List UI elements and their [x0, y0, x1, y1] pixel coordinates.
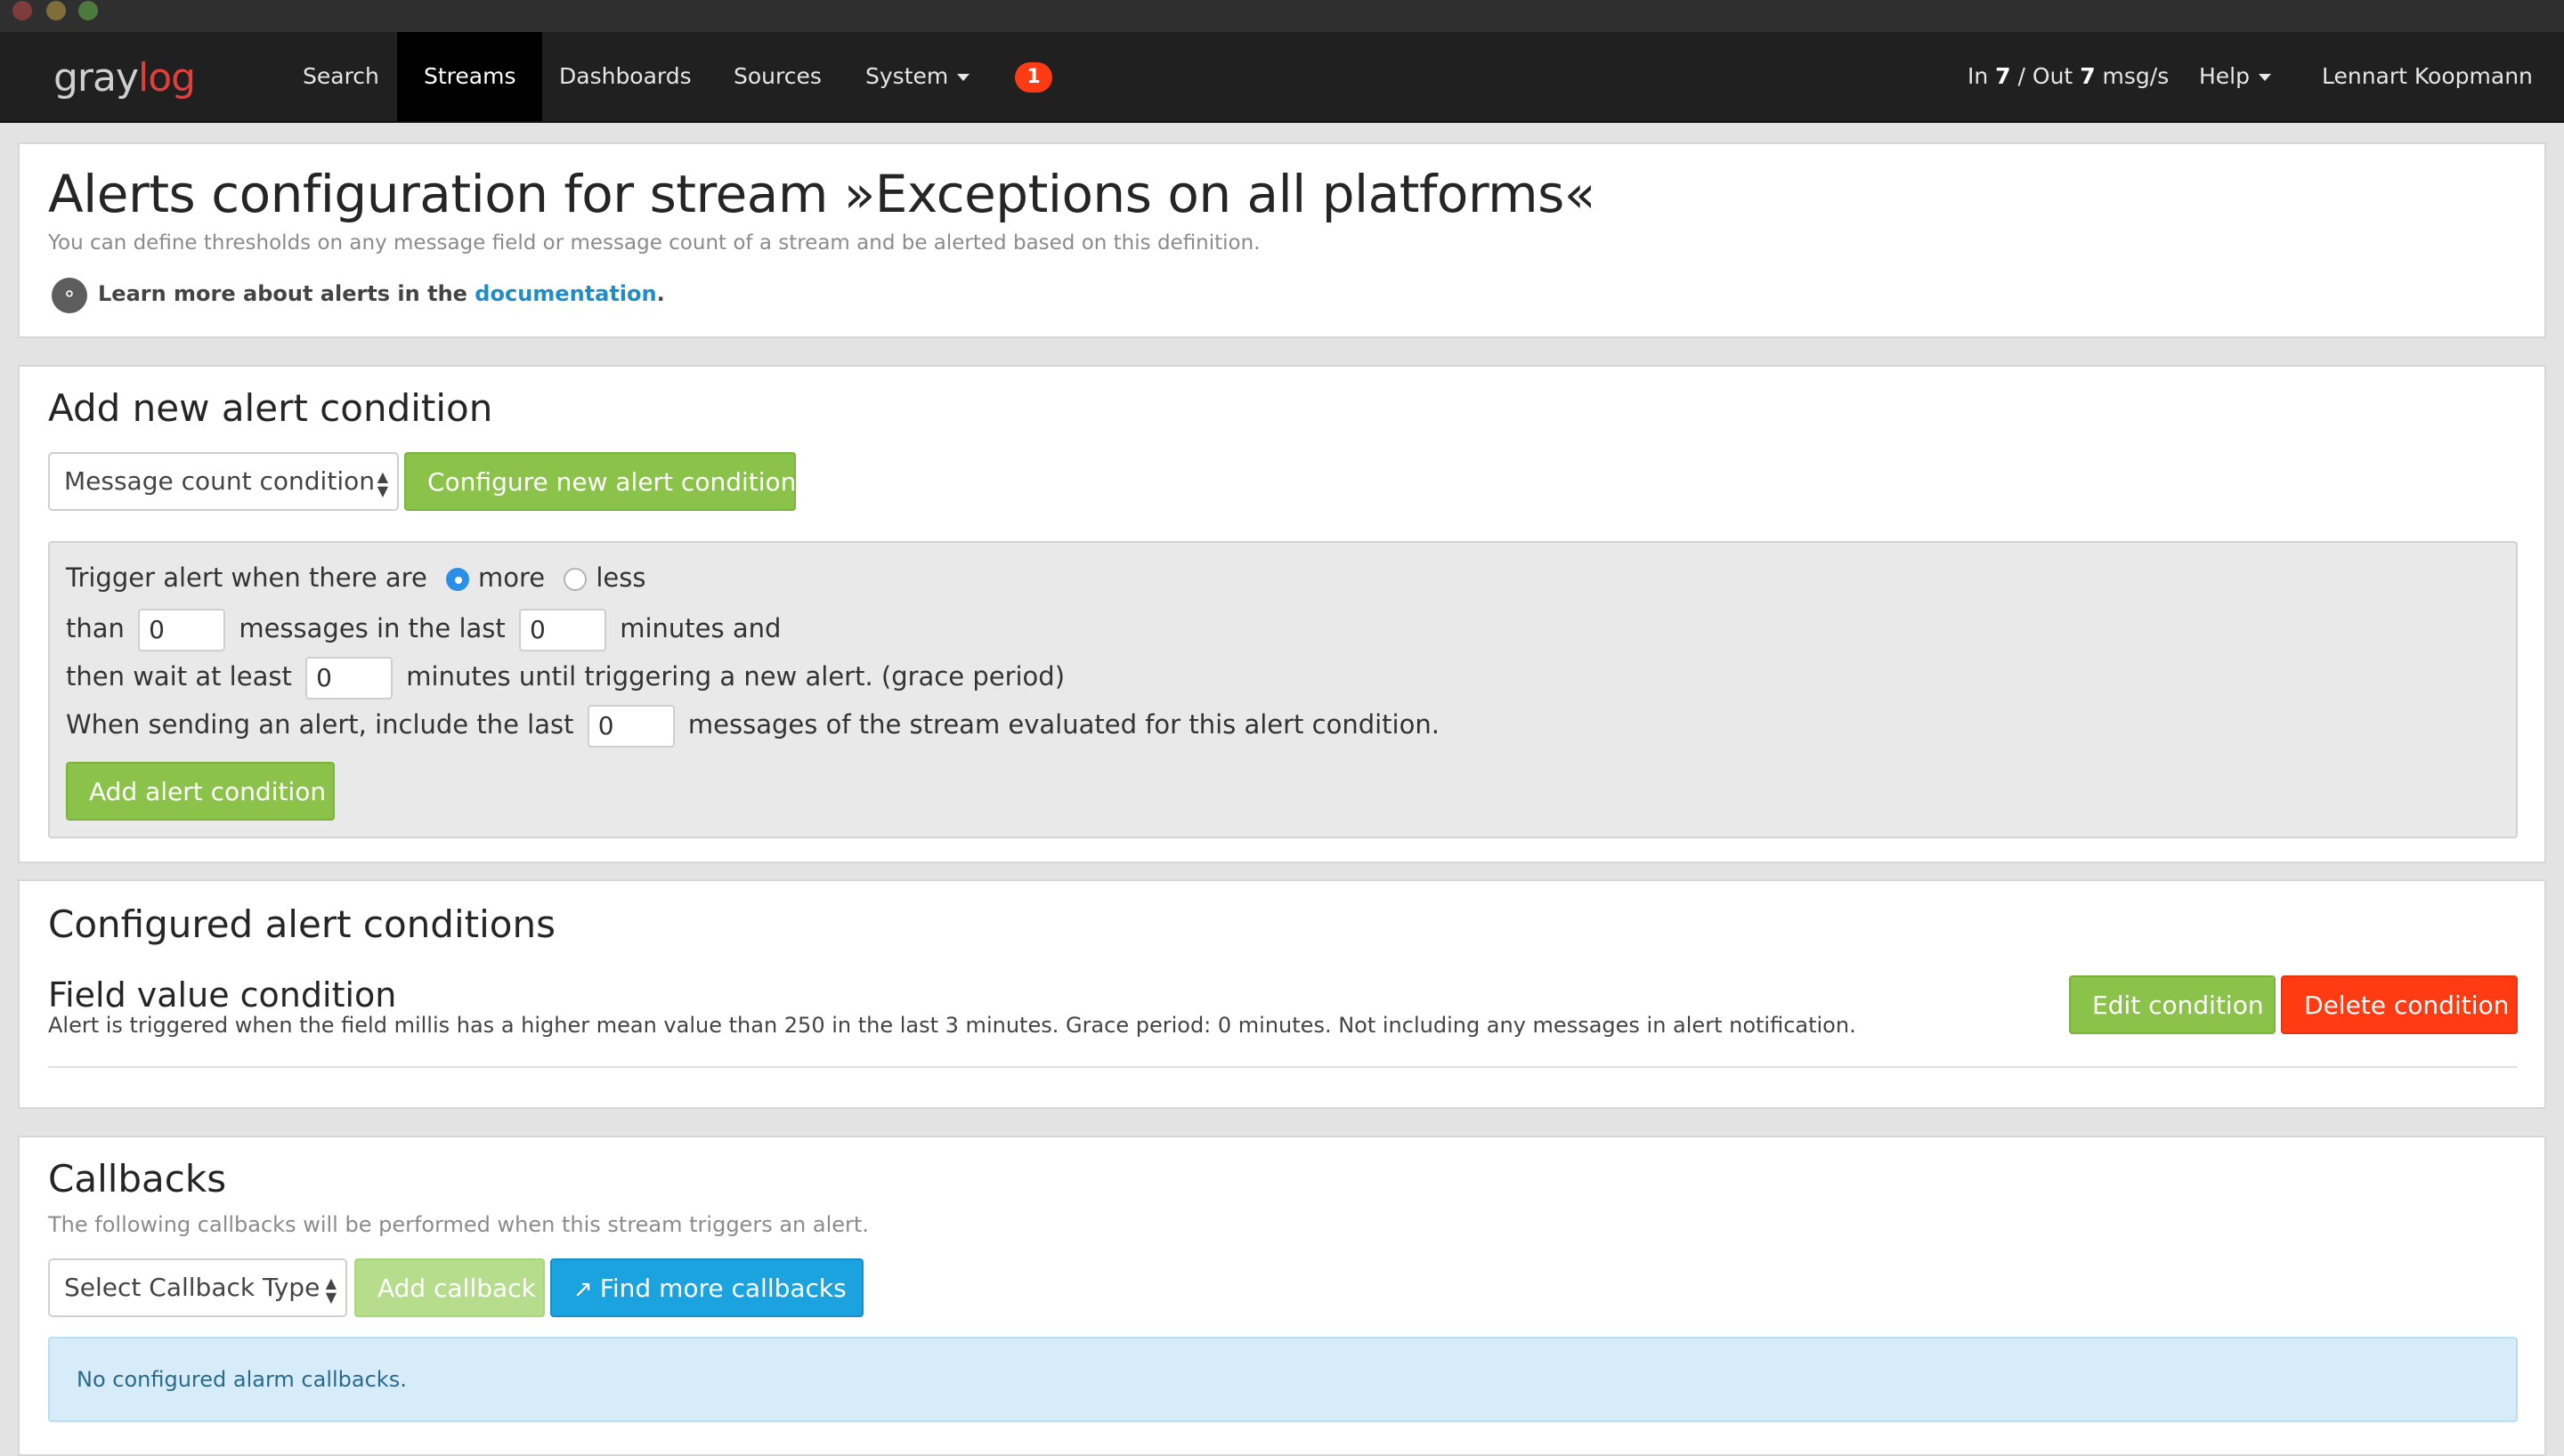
- minutes-and-label: minutes and: [620, 613, 782, 643]
- throughput-in-label: In: [1968, 63, 1989, 89]
- configured-conditions-panel: Configured alert conditions Field value …: [18, 879, 2546, 1109]
- nav-help-label: Help: [2199, 63, 2250, 89]
- learn-more-suffix: .: [656, 281, 665, 306]
- radio-less[interactable]: [564, 568, 588, 591]
- add-alert-condition-button[interactable]: Add alert condition: [66, 762, 335, 821]
- nav-help[interactable]: Help: [2172, 32, 2298, 121]
- threshold-line: than 0 messages in the last 0 minutes an…: [66, 609, 781, 651]
- callback-type-value: Select Callback Type: [64, 1273, 320, 1302]
- grace-suffix: minutes until triggering a new alert. (g…: [406, 661, 1066, 692]
- divider: [48, 1066, 2518, 1068]
- documentation-link[interactable]: documentation: [475, 281, 656, 306]
- nav-user-label: Lennart Koopmann: [2322, 63, 2533, 89]
- page-title: Alerts configuration for stream »Excepti…: [48, 164, 1595, 224]
- find-more-callbacks-label: Find more callbacks: [599, 1274, 847, 1303]
- callbacks-heading: Callbacks: [48, 1157, 227, 1201]
- chevron-down-icon: [2259, 74, 2271, 81]
- trigger-line: Trigger alert when there are more less: [66, 562, 645, 593]
- throughput-in-value: 7: [1995, 63, 2011, 89]
- throughput-out-label: / Out: [2017, 63, 2073, 89]
- condition-type-value: Message count condition: [64, 466, 375, 496]
- graylog-logo[interactable]: graylog: [53, 55, 196, 101]
- than-label: than: [66, 613, 125, 643]
- find-more-callbacks-button[interactable]: ↗ Find more callbacks: [550, 1258, 864, 1317]
- threshold-input[interactable]: 0: [138, 609, 226, 651]
- logo-text-log: log: [138, 55, 196, 101]
- add-alert-condition-panel: Add new alert condition Message count co…: [18, 365, 2546, 863]
- callbacks-panel: Callbacks The following callbacks will b…: [18, 1136, 2546, 1456]
- edit-condition-button[interactable]: Edit condition: [2069, 975, 2276, 1034]
- throughput-out-value: 7: [2080, 63, 2096, 89]
- throughput-indicator: In 7 / Out 7 msg/s: [1968, 32, 2169, 121]
- condition-title: Field value condition: [48, 975, 397, 1015]
- nav-search[interactable]: Search: [276, 32, 406, 121]
- nav-dashboards[interactable]: Dashboards: [532, 32, 718, 121]
- nav-user-menu[interactable]: Lennart Koopmann: [2295, 32, 2564, 170]
- select-arrows-icon: ▲ ▼: [377, 468, 388, 499]
- alert-condition-form: Trigger alert when there are more less t…: [48, 541, 2518, 838]
- learn-more-text: Learn more about alerts in the documenta…: [98, 281, 665, 306]
- messages-label: messages in the last: [239, 613, 506, 643]
- radio-less-label: less: [596, 562, 646, 593]
- nav-streams[interactable]: Streams: [397, 32, 543, 121]
- page-header-panel: Alerts configuration for stream »Excepti…: [18, 142, 2546, 338]
- configure-alert-condition-button[interactable]: Configure new alert condition: [404, 452, 796, 511]
- notification-badge[interactable]: 1: [1015, 62, 1052, 93]
- callbacks-subtitle: The following callbacks will be performe…: [48, 1212, 869, 1237]
- throughput-unit: msg/s: [2102, 63, 2170, 89]
- nav-system-label: System: [865, 63, 949, 89]
- trigger-prefix: Trigger alert when there are: [66, 562, 427, 593]
- add-condition-heading: Add new alert condition: [48, 386, 493, 430]
- select-arrows-icon: ▲ ▼: [325, 1274, 337, 1306]
- top-navbar: graylog Search Streams Dashboards Source…: [0, 32, 2564, 170]
- condition-description: Alert is triggered when the field millis…: [48, 1013, 1856, 1038]
- grace-prefix: then wait at least: [66, 661, 292, 692]
- condition-type-select[interactable]: Message count condition ▲ ▼: [48, 452, 399, 511]
- maximize-window-icon[interactable]: [78, 1, 98, 20]
- nav-sources[interactable]: Sources: [707, 32, 848, 121]
- close-window-icon[interactable]: [12, 1, 32, 20]
- time-input[interactable]: 0: [519, 609, 606, 651]
- window-titlebar: [0, 0, 2564, 32]
- chevron-down-icon: [957, 74, 970, 81]
- lightbulb-icon: ⚬: [52, 278, 87, 313]
- minimize-window-icon[interactable]: [46, 1, 66, 20]
- grace-line: then wait at least 0 minutes until trigg…: [66, 657, 1065, 700]
- configured-conditions-heading: Configured alert conditions: [48, 902, 556, 946]
- grace-input[interactable]: 0: [305, 657, 394, 700]
- learn-more-prefix: Learn more about alerts in the: [98, 281, 467, 306]
- backlog-prefix: When sending an alert, include the last: [66, 709, 574, 740]
- radio-more[interactable]: [446, 568, 470, 591]
- no-callbacks-message: No configured alarm callbacks.: [48, 1337, 2518, 1422]
- backlog-suffix: messages of the stream evaluated for thi…: [687, 709, 1440, 740]
- page-subtitle: You can define thresholds on any message…: [48, 231, 1261, 255]
- callback-type-select[interactable]: Select Callback Type ▲ ▼: [48, 1258, 347, 1317]
- nav-system[interactable]: System: [839, 32, 996, 121]
- external-link-icon: ↗: [573, 1276, 593, 1303]
- backlog-line: When sending an alert, include the last …: [66, 705, 1440, 748]
- radio-more-label: more: [478, 562, 546, 593]
- backlog-input[interactable]: 0: [587, 705, 675, 748]
- logo-text-gray: gray: [53, 55, 139, 101]
- delete-condition-button[interactable]: Delete condition: [2281, 975, 2518, 1034]
- add-callback-button[interactable]: Add callback: [354, 1258, 545, 1317]
